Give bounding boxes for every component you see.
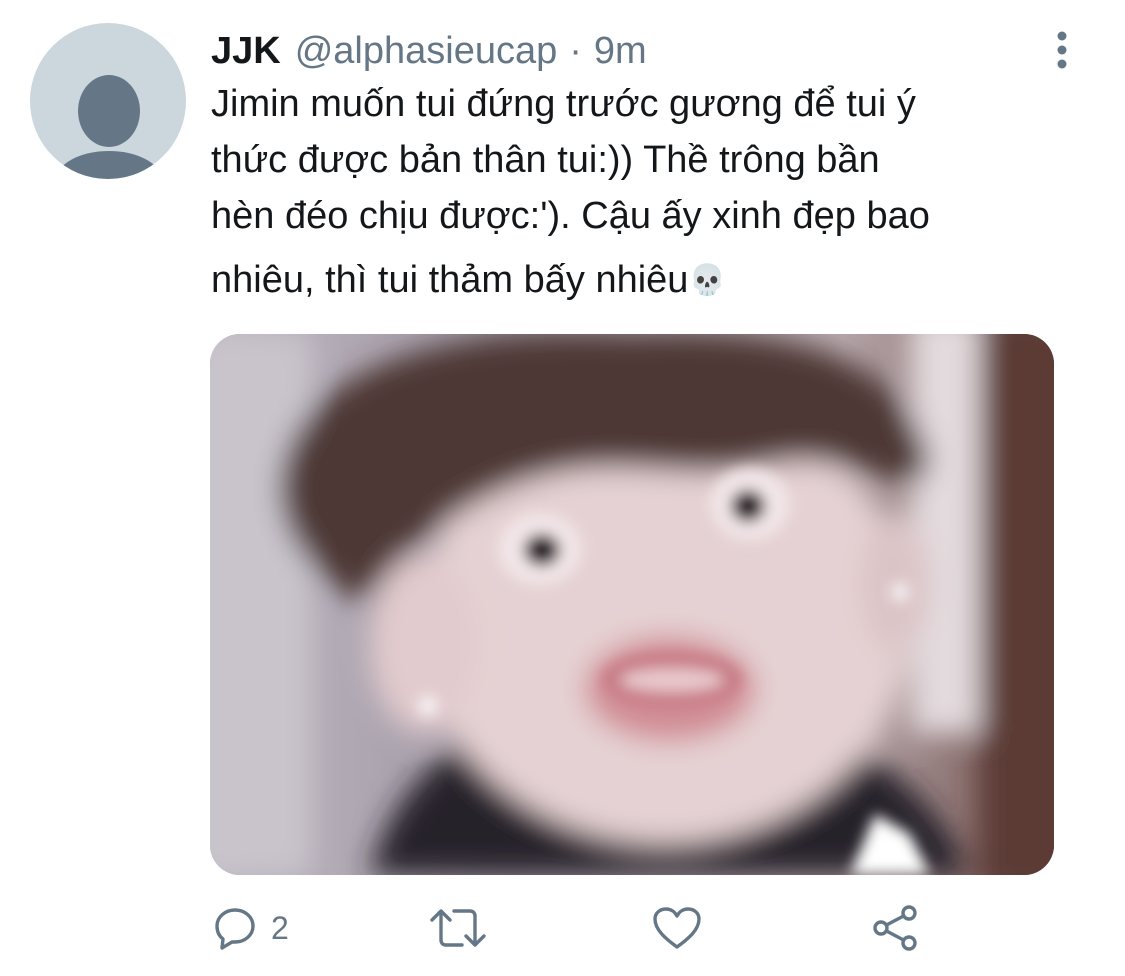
tweet-text-line: thức được bản thân tui:)) Thề trông bần [211, 139, 880, 181]
timestamp[interactable]: 9m [594, 26, 647, 76]
tweet-actions: 2 [0, 900, 1125, 956]
tweet-text-line: nhiêu, thì tui thảm bấy nhiêu💀 [211, 252, 1071, 309]
default-avatar-icon [52, 75, 166, 179]
tweet[interactable]: JJK @alphasieucap · 9m Jimin muốn tui đứ… [0, 0, 1125, 976]
share-icon [873, 905, 917, 951]
tweet-header: JJK @alphasieucap · 9m [211, 26, 647, 76]
heart-icon [653, 907, 701, 949]
avatar[interactable] [30, 23, 186, 179]
retweet-icon [430, 909, 486, 947]
author-handle[interactable]: @alphasieucap [295, 26, 558, 76]
retweet-button[interactable] [428, 900, 488, 956]
reply-icon [215, 908, 255, 950]
more-button[interactable] [1040, 28, 1084, 74]
author-name[interactable]: JJK [211, 26, 281, 76]
like-button[interactable] [652, 900, 702, 956]
reply-button[interactable]: 2 [213, 900, 289, 956]
more-vertical-icon [1057, 31, 1067, 69]
separator-dot: · [569, 30, 582, 72]
tweet-media-photo[interactable] [210, 334, 1054, 875]
tweet-text-line: hèn đéo chịu được:'). Cậu ấy xinh đẹp ba… [211, 195, 930, 237]
tweet-text: Jimin muốn tui đứng trước gương để tui ý… [211, 76, 1071, 309]
skull-icon: 💀 [688, 264, 726, 297]
blurry-face-photo [210, 334, 1054, 875]
tweet-text-line: Jimin muốn tui đứng trước gương để tui ý [211, 83, 916, 125]
share-button[interactable] [870, 900, 920, 956]
reply-count: 2 [271, 909, 289, 946]
tweet-text-line-content: nhiêu, thì tui thảm bấy nhiêu [211, 259, 689, 301]
